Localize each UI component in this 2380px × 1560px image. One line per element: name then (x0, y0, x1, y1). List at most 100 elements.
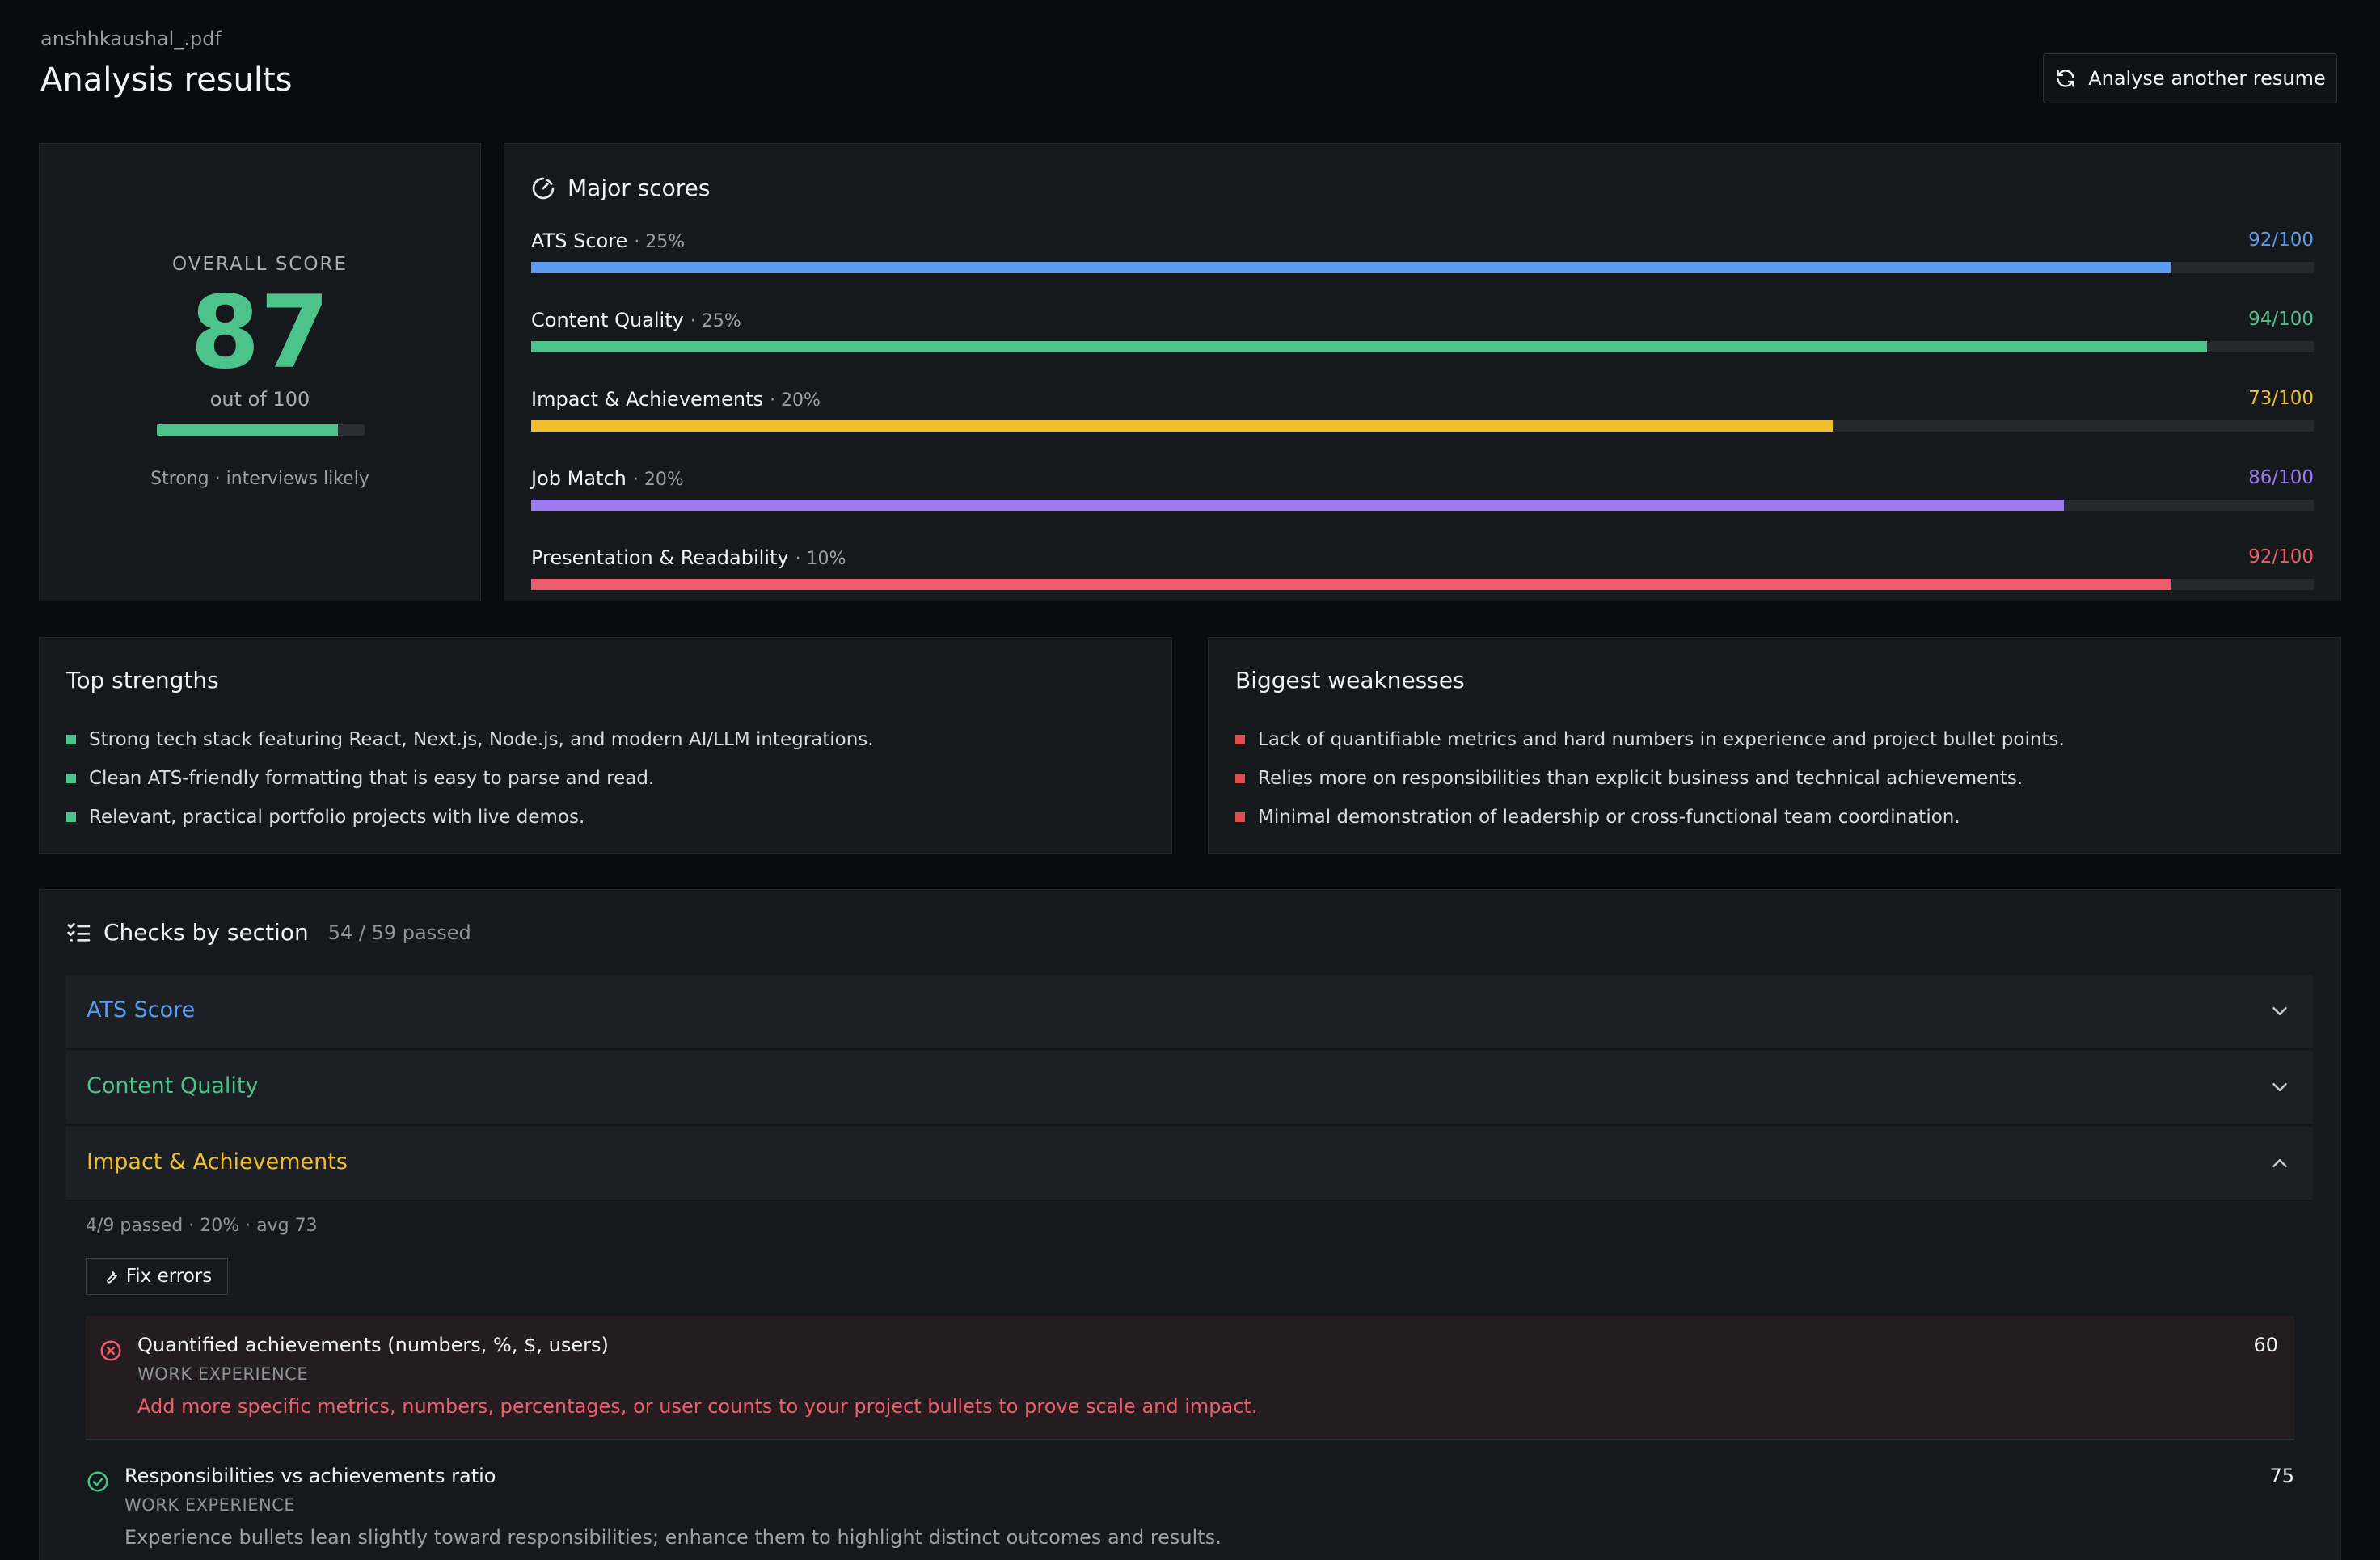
x-circle-icon (99, 1339, 123, 1363)
weakness-item: Minimal demonstration of leadership or c… (1235, 798, 2065, 837)
score-weight: · 25% (634, 232, 686, 252)
bullet-icon (66, 812, 76, 822)
fix-errors-label: Fix errors (125, 1266, 213, 1287)
score-weight: · 20% (632, 470, 684, 490)
strength-item: Relevant, practical portfolio projects w… (66, 798, 874, 837)
score-value: 92/100 (2248, 546, 2314, 567)
strengths-list: Strong tech stack featuring React, Next.… (66, 720, 874, 837)
score-name: Presentation & Readability · 10% (531, 546, 846, 569)
gauge-icon (532, 177, 555, 199)
major-scores-title: Major scores (568, 175, 711, 201)
analyse-another-resume-button[interactable]: Analyse another resume (2043, 53, 2337, 103)
refresh-icon (2057, 70, 2074, 87)
strength-text: Strong tech stack featuring React, Next.… (89, 729, 874, 750)
check-circle-icon (86, 1469, 110, 1494)
overall-score-verdict: Strong · interviews likely (150, 469, 369, 489)
score-value: 73/100 (2248, 388, 2314, 409)
check-item-score: 75 (2269, 1465, 2294, 1487)
score-value: 86/100 (2248, 467, 2314, 488)
score-bar-fill (531, 262, 2171, 273)
biggest-weaknesses-title: Biggest weaknesses (1235, 667, 1465, 694)
score-bar (531, 262, 2314, 273)
impact-weight: · 20% (188, 1216, 240, 1236)
score-bar-fill (531, 341, 2207, 352)
score-row: Job Match · 20% 86/100 (531, 467, 2314, 524)
score-row: Presentation & Readability · 10% 92/100 (531, 546, 2314, 603)
strength-text: Clean ATS-friendly formatting that is ea… (89, 768, 655, 789)
chevron-down-icon (2268, 999, 2292, 1023)
score-row: Impact & Achievements · 20% 73/100 (531, 388, 2314, 445)
accordion-section[interactable]: ATS Score (65, 975, 2313, 1049)
checks-title: Checks by section (103, 919, 309, 946)
check-item-section: WORK EXPERIENCE (137, 1364, 309, 1384)
bullet-icon (1235, 774, 1245, 783)
score-bar (531, 420, 2314, 432)
overall-score-bar (157, 424, 365, 436)
impact-section-meta: 4/9 passed · 20% · avg 73 (86, 1216, 318, 1236)
score-bar (531, 341, 2314, 352)
accordion-section[interactable]: Impact & Achievements (65, 1127, 2313, 1201)
impact-passed: 4/9 passed (86, 1216, 184, 1236)
weakness-text: Lack of quantifiable metrics and hard nu… (1258, 729, 2065, 750)
accordion-section[interactable]: Content Quality (65, 1051, 2313, 1125)
bullet-icon (66, 774, 76, 783)
chevron-down-icon (2268, 1075, 2292, 1099)
score-weight: · 25% (690, 311, 741, 331)
score-bar (531, 579, 2314, 590)
page: anshhkaushal_.pdf Analysis results Analy… (0, 0, 2380, 1560)
accordion-section-label: Content Quality (87, 1073, 259, 1098)
page-title: Analysis results (40, 61, 293, 99)
major-scores-header: Major scores (530, 175, 710, 201)
score-value: 92/100 (2248, 230, 2314, 251)
bullet-icon (1235, 812, 1245, 822)
overall-score-label: OVERALL SCORE (172, 254, 348, 275)
file-name: anshhkaushal_.pdf (40, 27, 222, 50)
check-item-title: Quantified achievements (numbers, %, $, … (137, 1334, 609, 1356)
strength-item: Strong tech stack featuring React, Next.… (66, 720, 874, 759)
check-item-message: Experience bullets lean slightly toward … (124, 1526, 1222, 1549)
accordion-section-label: Impact & Achievements (87, 1149, 348, 1174)
top-strengths-title: Top strengths (66, 667, 219, 694)
overall-score-card: OVERALL SCORE 87 out of 100 Strong · int… (39, 143, 481, 601)
biggest-weaknesses-card: Biggest weaknesses Lack of quantifiable … (1208, 637, 2341, 854)
overall-score-out-of: out of 100 (209, 388, 310, 411)
strength-text: Relevant, practical portfolio projects w… (89, 807, 585, 828)
accordion-section-label: ATS Score (87, 997, 196, 1022)
weaknesses-list: Lack of quantifiable metrics and hard nu… (1235, 720, 2065, 837)
checks-passed-count: 54 / 59 passed (327, 921, 471, 944)
impact-avg: · avg 73 (245, 1216, 318, 1236)
score-name: Content Quality · 25% (531, 309, 741, 331)
bullet-icon (66, 735, 76, 744)
score-name: ATS Score · 25% (531, 230, 686, 252)
weakness-item: Lack of quantifiable metrics and hard nu… (1235, 720, 2065, 759)
score-bar (531, 500, 2314, 511)
score-bar-fill (531, 420, 1833, 432)
chevron-up-icon (2268, 1151, 2292, 1175)
score-name: Job Match · 20% (531, 467, 684, 490)
score-weight: · 10% (795, 549, 846, 569)
score-bar-fill (531, 500, 2065, 511)
score-name: Impact & Achievements · 20% (531, 388, 821, 411)
weakness-text: Minimal demonstration of leadership or c… (1258, 807, 1960, 828)
checks-header: Checks by section 54 / 59 passed (66, 919, 471, 946)
score-value: 94/100 (2248, 309, 2314, 330)
check-item: Responsibilities vs achievements ratio WO… (86, 1447, 2294, 1560)
check-item-title: Responsibilities vs achievements ratio (124, 1465, 496, 1487)
checklist-icon (67, 922, 91, 942)
score-row: ATS Score · 25% 92/100 (531, 230, 2314, 286)
bullet-icon (1235, 735, 1245, 744)
strength-item: Clean ATS-friendly formatting that is ea… (66, 759, 874, 798)
wrench-icon (106, 1271, 117, 1284)
analyse-button-label: Analyse another resume (2088, 67, 2326, 90)
major-scores-card: Major scores ATS Score · 25% 92/100 Content… (504, 143, 2341, 601)
score-weight: · 20% (770, 390, 821, 411)
weakness-text: Relies more on responsibilities than exp… (1258, 768, 2023, 789)
weakness-item: Relies more on responsibilities than exp… (1235, 759, 2065, 798)
check-item-score: 60 (2253, 1334, 2278, 1356)
score-row: Content Quality · 25% 94/100 (531, 309, 2314, 365)
fix-errors-button[interactable]: Fix errors (86, 1258, 228, 1295)
overall-score-value: 87 (190, 275, 330, 391)
check-item-section: WORK EXPERIENCE (124, 1495, 296, 1515)
check-item-message: Add more specific metrics, numbers, perc… (137, 1395, 1258, 1418)
check-item: Quantified achievements (numbers, %, $, … (86, 1316, 2294, 1440)
